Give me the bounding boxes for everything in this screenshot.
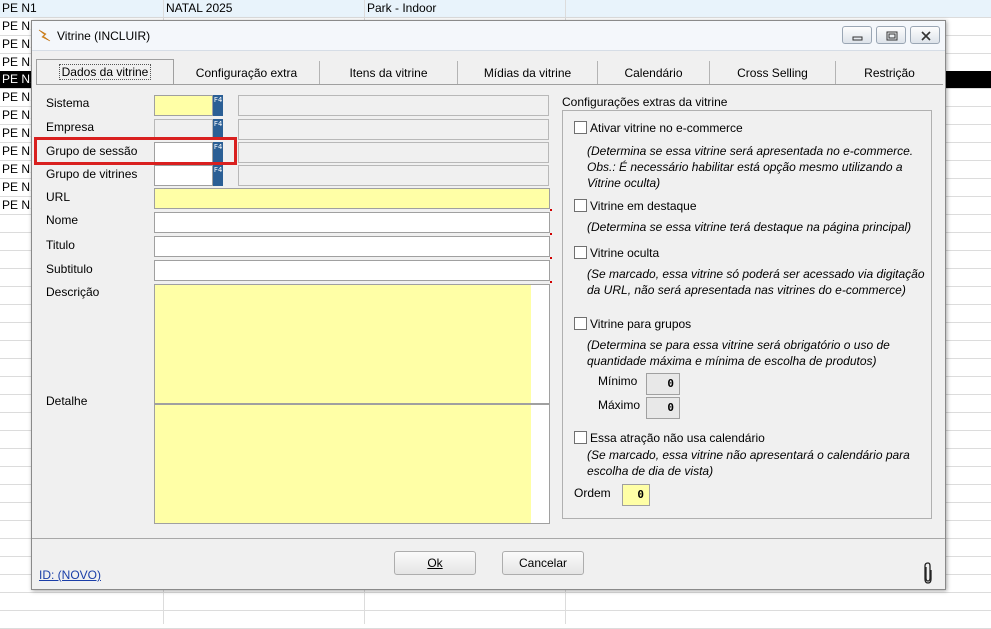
close-button[interactable] [910, 26, 940, 44]
url-input[interactable] [154, 188, 550, 209]
sistema-f4-lookup-button[interactable]: F4 [213, 95, 223, 116]
table-cell: PE N1 [2, 126, 31, 140]
table-cell: PE N1 [2, 144, 31, 158]
table-cell: PE N1 [2, 1, 37, 15]
grupo-vitrines-label: Grupo de vitrines [46, 167, 138, 181]
detalhe-text-area[interactable] [155, 405, 531, 523]
sistema-code-field[interactable] [154, 95, 213, 116]
descricao-textarea[interactable] [154, 284, 550, 404]
tab-bar: Dados da vitrine Configuração extra Iten… [36, 59, 943, 85]
ok-button[interactable]: Ok [394, 551, 476, 575]
vitrine-oculta-checkbox[interactable] [574, 246, 587, 259]
tab-calendario[interactable]: Calendário [598, 61, 710, 85]
titulo-label: Titulo [46, 238, 75, 252]
app-logo-icon [38, 29, 51, 42]
ativar-vitrine-label[interactable]: Ativar vitrine no e-commerce [590, 121, 743, 135]
footer-separator [32, 538, 945, 539]
required-marker [550, 281, 552, 283]
table-row[interactable]: PE N1 NATAL 2025 Park - Indoor [0, 0, 991, 18]
vitrine-destaque-hint: (Determina se essa vitrine terá destaque… [587, 220, 912, 234]
dialog-title: Vitrine (INCLUIR) [57, 29, 151, 43]
highlight-annotation [34, 137, 237, 165]
maximo-label: Máximo [598, 398, 641, 412]
vitrine-grupos-hint: (Determina se para essa vitrine será obr… [587, 338, 890, 368]
vitrine-destaque-checkbox[interactable] [574, 199, 587, 212]
sem-calendario-hint: (Se marcado, essa vitrine não apresentar… [587, 448, 910, 478]
tab-dados-da-vitrine[interactable]: Dados da vitrine [36, 59, 174, 85]
empresa-label: Empresa [46, 120, 95, 134]
table-cell: PE N1 [2, 19, 31, 33]
tab-itens-da-vitrine[interactable]: Itens da vitrine [320, 61, 458, 85]
detalhe-scrollbar[interactable] [531, 405, 549, 523]
table-cell: NATAL 2025 [166, 1, 233, 15]
nome-label: Nome [46, 213, 79, 227]
table-cell: PE N1 [2, 55, 31, 69]
table-cell: PE N1 [2, 90, 31, 104]
nome-input[interactable] [154, 212, 550, 233]
required-marker [550, 233, 552, 235]
table-row [0, 611, 991, 629]
vitrine-grupos-label[interactable]: Vitrine para grupos [590, 317, 691, 331]
tab-cross-selling[interactable]: Cross Selling [710, 61, 836, 85]
required-marker [550, 209, 552, 211]
ordem-label: Ordem [574, 486, 611, 500]
minimize-button[interactable] [842, 26, 872, 44]
detalhe-textarea[interactable] [154, 404, 550, 524]
ativar-vitrine-hint: (Determina se essa vitrine será apresent… [587, 144, 914, 190]
extras-group-title: Configurações extras da vitrine [562, 95, 728, 109]
sem-calendario-checkbox[interactable] [574, 431, 587, 444]
grupo-vitrines-f4-lookup-button[interactable]: F4 [213, 165, 223, 186]
dialog-titlebar[interactable]: Vitrine (INCLUIR) [32, 21, 945, 51]
table-cell: PE N1 [2, 198, 31, 212]
minimo-input[interactable]: 0 [646, 373, 680, 395]
detalhe-label: Detalhe [46, 394, 88, 408]
maximize-button[interactable] [876, 26, 906, 44]
paperclip-icon[interactable] [922, 562, 934, 584]
table-cell: PE N1 [2, 162, 31, 176]
minimo-label: Mínimo [598, 374, 638, 388]
ordem-input[interactable]: 0 [622, 484, 650, 506]
vitrine-oculta-hint: (Se marcado, essa vitrine só poderá ser … [587, 267, 925, 297]
table-cell: PE N1 [2, 108, 31, 122]
table-cell: PE N1 [2, 180, 31, 194]
tab-configuracao-extra[interactable]: Configuração extra [174, 61, 320, 85]
table-cell: PE N1 [2, 37, 31, 51]
subtitulo-label: Subtitulo [46, 262, 93, 276]
titulo-input[interactable] [154, 236, 550, 257]
tab-midias-da-vitrine[interactable]: Mídias da vitrine [458, 61, 598, 85]
id-link[interactable]: ID: (NOVO) [39, 568, 101, 582]
table-cell: Park - Indoor [367, 1, 437, 15]
sistema-label: Sistema [46, 96, 90, 110]
subtitulo-input[interactable] [154, 260, 550, 281]
ativar-vitrine-checkbox[interactable] [574, 121, 587, 134]
grupo-sessao-description-field [238, 142, 549, 163]
vitrine-grupos-checkbox[interactable] [574, 317, 587, 330]
maximo-input[interactable]: 0 [646, 397, 680, 419]
empresa-description-field [238, 119, 549, 140]
vitrine-oculta-label[interactable]: Vitrine oculta [590, 246, 659, 260]
tab-restricao[interactable]: Restrição [836, 61, 943, 85]
table-cell: PE N1 [2, 72, 31, 86]
minimize-icon [852, 36, 863, 41]
descricao-text-area[interactable] [155, 285, 531, 403]
descricao-label: Descrição [46, 285, 100, 299]
vitrine-destaque-label[interactable]: Vitrine em destaque [590, 199, 697, 213]
grupo-vitrines-code-field[interactable] [154, 165, 213, 186]
descricao-scrollbar[interactable] [531, 285, 549, 403]
sistema-description-field [238, 95, 549, 116]
table-row [0, 593, 991, 611]
required-marker [550, 257, 552, 259]
grupo-vitrines-description-field [238, 165, 549, 186]
url-label: URL [46, 190, 71, 204]
maximize-icon [886, 31, 898, 41]
sem-calendario-label[interactable]: Essa atração não usa calendário [590, 431, 765, 445]
close-icon [921, 31, 931, 41]
cancel-button[interactable]: Cancelar [502, 551, 584, 575]
